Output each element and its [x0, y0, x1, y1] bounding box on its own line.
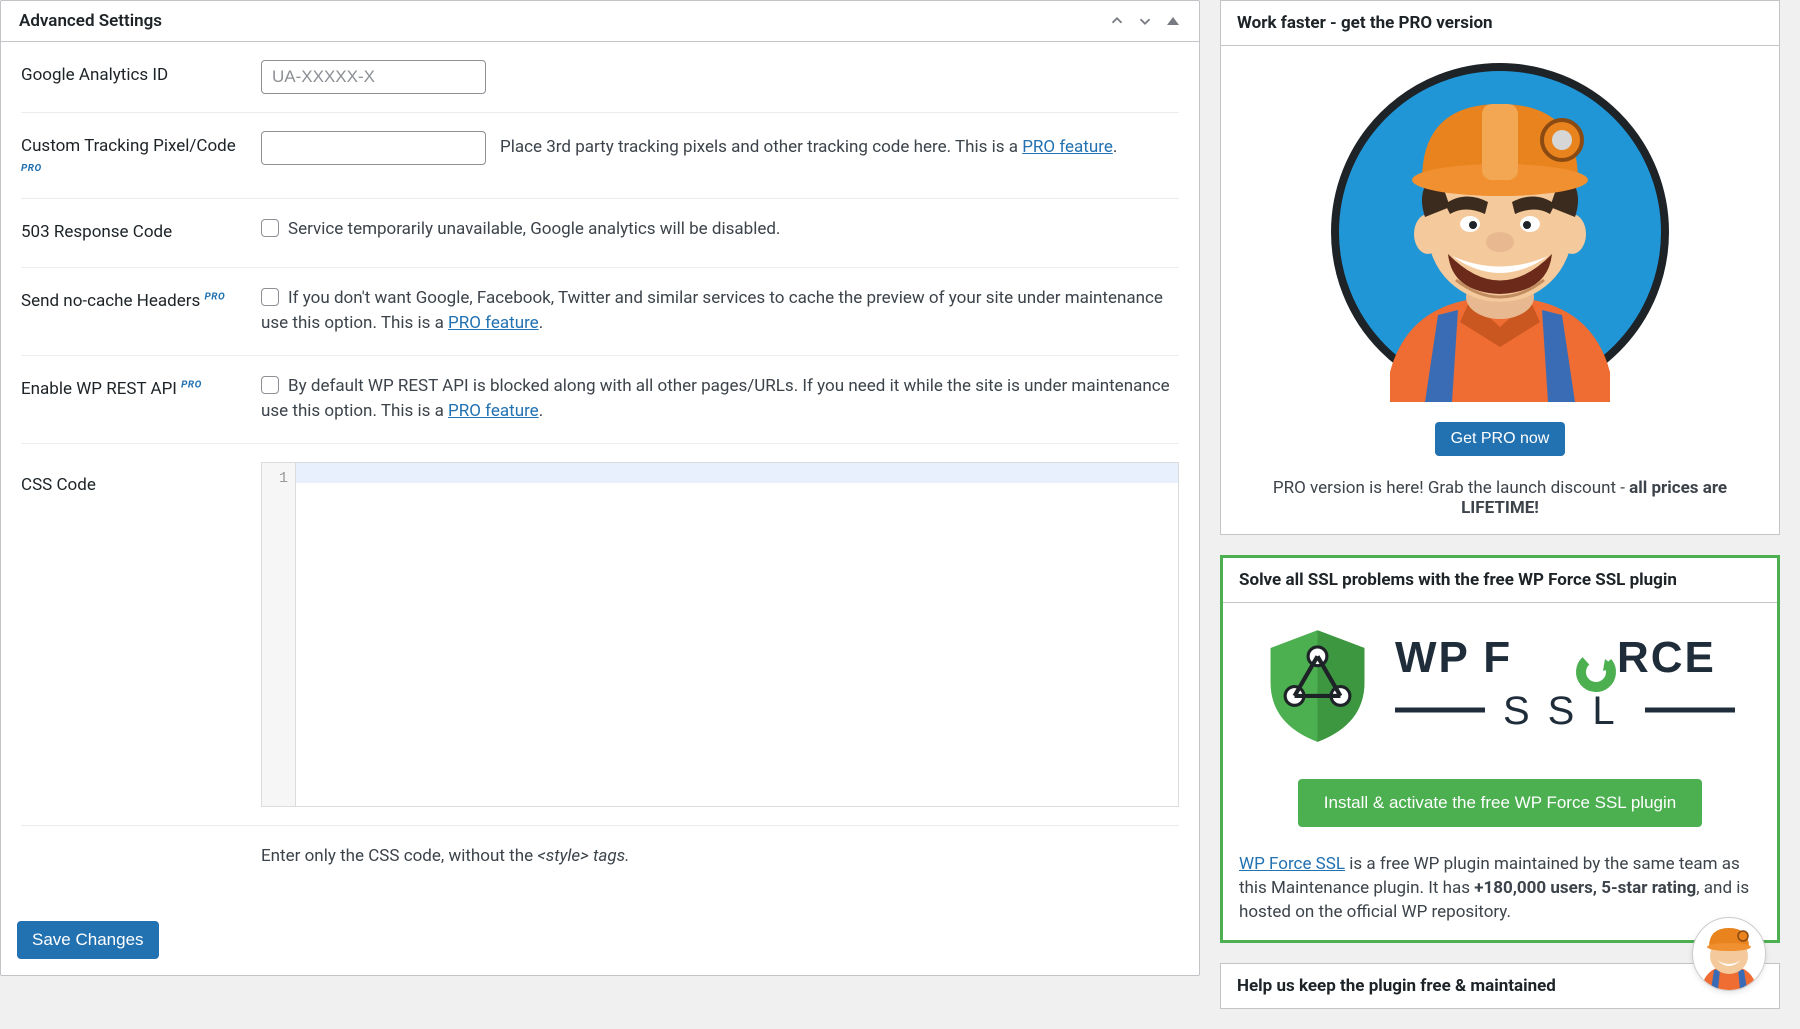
resp503-label: 503 Response Code [21, 198, 261, 267]
resp503-checkbox[interactable] [261, 219, 279, 237]
help-mascot-button[interactable] [1692, 917, 1766, 991]
wp-force-ssl-logo: WP F RCE SSL [1239, 625, 1761, 745]
rest-checkbox[interactable] [261, 376, 279, 394]
get-pro-button[interactable]: Get PRO now [1435, 422, 1566, 456]
toggle-panel-icon[interactable] [1159, 7, 1187, 35]
save-button[interactable]: Save Changes [17, 921, 159, 959]
move-down-icon[interactable] [1131, 7, 1159, 35]
pro-box-title: Work faster - get the PRO version [1221, 1, 1779, 46]
tracking-input[interactable] [261, 131, 486, 165]
pro-badge: PRO [21, 162, 251, 176]
pro-feature-link[interactable]: PRO feature [448, 401, 539, 421]
pro-feature-link[interactable]: PRO feature [448, 313, 539, 333]
css-code-editor[interactable]: 1 [261, 462, 1179, 807]
ga-label: Google Analytics ID [21, 42, 261, 113]
svg-text:RCE: RCE [1617, 633, 1716, 682]
nocache-checkbox[interactable] [261, 288, 279, 306]
pro-badge: PRO [181, 379, 202, 390]
ga-input[interactable] [261, 60, 486, 94]
pro-badge: PRO [204, 291, 225, 302]
pro-feature-link[interactable]: PRO feature [1022, 137, 1113, 157]
svg-text:SSL: SSL [1503, 689, 1633, 733]
resp503-text: Service temporarily unavailable, Google … [288, 219, 780, 239]
nocache-label: Send no-cache Headers [21, 291, 200, 311]
move-up-icon[interactable] [1103, 7, 1131, 35]
panel-title: Advanced Settings [13, 1, 168, 41]
install-ssl-button[interactable]: Install & activate the free WP Force SSL… [1298, 779, 1702, 827]
ssl-box-title: Solve all SSL problems with the free WP … [1223, 558, 1777, 603]
rest-label: Enable WP REST API [21, 379, 177, 399]
mascot-image [1330, 62, 1670, 402]
wp-force-ssl-link[interactable]: WP Force SSL [1239, 854, 1345, 874]
svg-text:WP F: WP F [1395, 633, 1512, 682]
tracking-label: Custom Tracking Pixel/Code [21, 136, 236, 156]
css-label: CSS Code [21, 443, 261, 825]
